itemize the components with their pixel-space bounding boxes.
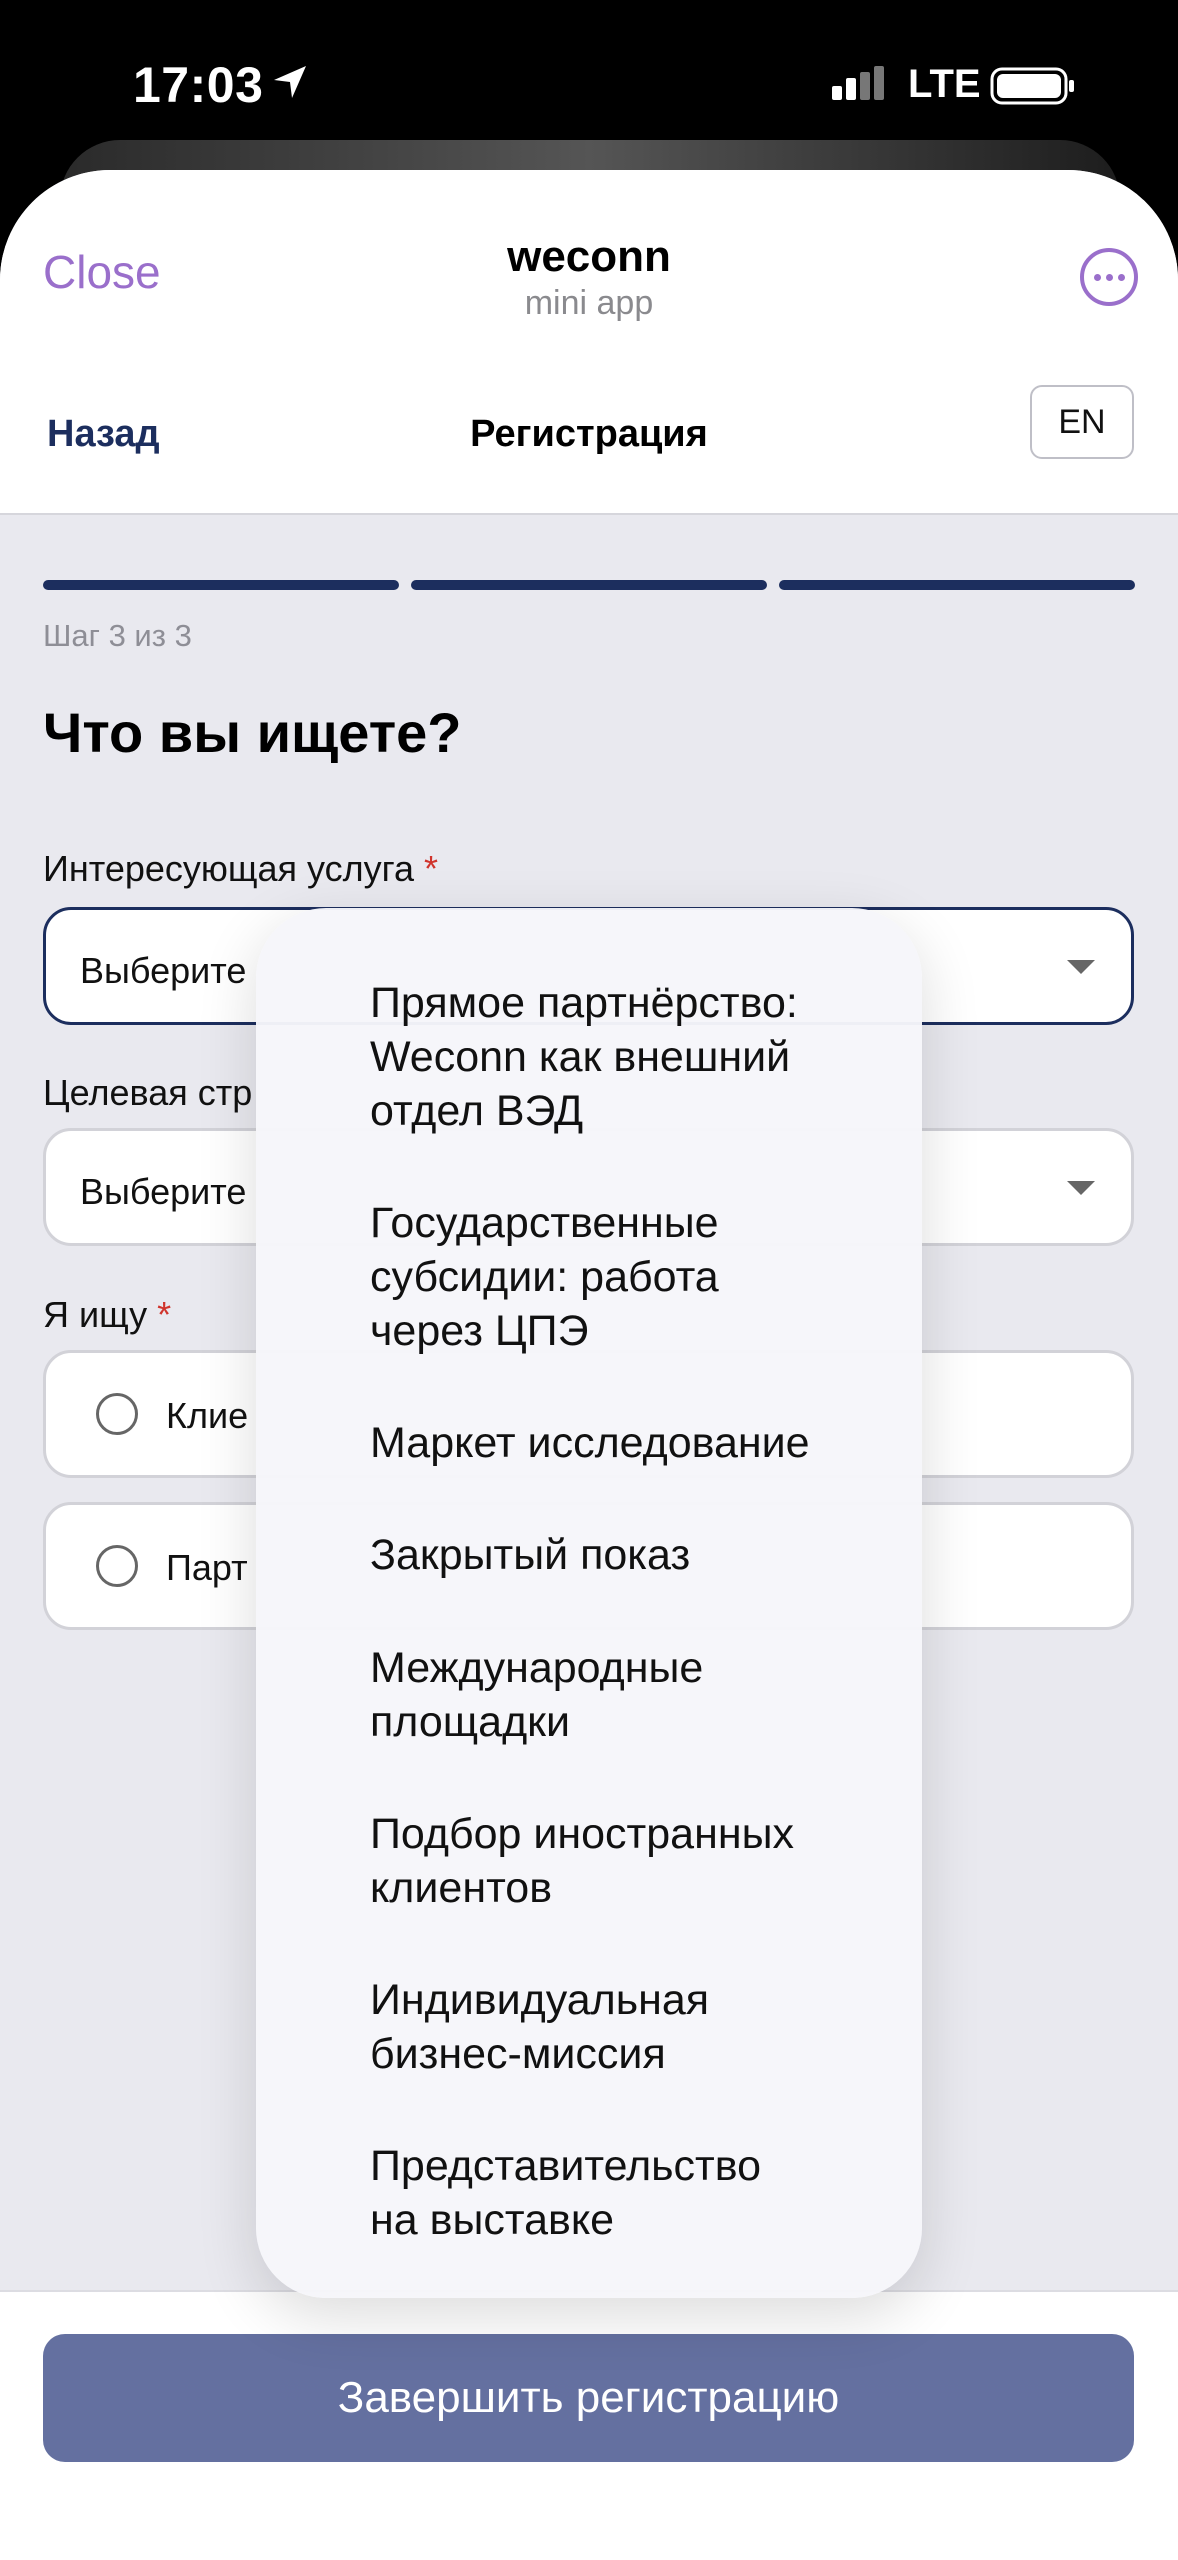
app-name: weconn [507, 232, 671, 281]
radio-label: Клие [166, 1395, 249, 1436]
more-options-icon[interactable] [1080, 248, 1138, 306]
menu-item-foreign-clients[interactable]: Подбор иностранных клиентов [370, 1807, 890, 1915]
service-label-text: Интересующая услуга [43, 848, 415, 889]
telegram-header: Close weconn mini app [0, 170, 1178, 325]
network-type: LTE [908, 62, 981, 106]
language-toggle-button[interactable]: EN [1030, 385, 1134, 459]
complete-registration-button[interactable]: Завершить регистрацию [43, 2334, 1134, 2462]
chevron-down-icon [1067, 1181, 1095, 1195]
required-mark: * [157, 1294, 172, 1335]
app-header: Назад Регистрация EN [0, 325, 1178, 515]
progress-step-2 [411, 580, 767, 590]
menu-item-market-research[interactable]: Маркет исследование [370, 1416, 890, 1470]
country-label: Целевая стр [43, 1072, 253, 1113]
page-title: Регистрация [470, 413, 708, 455]
service-label: Интересующая услуга * [43, 848, 438, 890]
step-indicator: Шаг 3 из 3 [43, 618, 192, 653]
app-subtitle: mini app [524, 284, 654, 322]
country-select-placeholder: Выберите [80, 1171, 247, 1212]
seeking-label: Я ищу * [43, 1294, 171, 1336]
service-select-placeholder: Выберите [80, 950, 247, 991]
status-bar: 17:03 LTE [0, 0, 1178, 150]
menu-item-private-showing[interactable]: Закрытый показ [370, 1528, 890, 1582]
progress-step-3 [779, 580, 1135, 590]
menu-item-direct-partnership[interactable]: Прямое партнёрство: Weconn как внешний о… [370, 976, 890, 1138]
service-dropdown-menu: Прямое партнёрство: Weconn как внешний о… [256, 908, 922, 2298]
seeking-label-text: Я ищу [43, 1294, 148, 1335]
menu-item-government-subsidies[interactable]: Государственные субсидии: работа через Ц… [370, 1196, 890, 1358]
bottom-action-bar: Завершить регистрацию [0, 2290, 1178, 2560]
form-heading: Что вы ищете? [43, 701, 462, 764]
location-arrow-icon [274, 66, 306, 98]
menu-item-business-mission[interactable]: Индивидуальная бизнес-миссия [370, 1973, 890, 2081]
radio-label: Парт [166, 1547, 248, 1588]
menu-item-international-platforms[interactable]: Международные площадки [370, 1641, 890, 1749]
chevron-down-icon [1067, 960, 1095, 974]
progress-step-1 [43, 580, 399, 590]
status-time: 17:03 [133, 57, 264, 113]
battery-icon [990, 67, 1074, 105]
radio-button[interactable] [96, 1393, 138, 1435]
cellular-signal-icon [832, 66, 884, 100]
menu-item-exhibition-representation[interactable]: Представительство на выставке [370, 2139, 890, 2247]
radio-button[interactable] [96, 1545, 138, 1587]
required-mark: * [424, 848, 439, 889]
